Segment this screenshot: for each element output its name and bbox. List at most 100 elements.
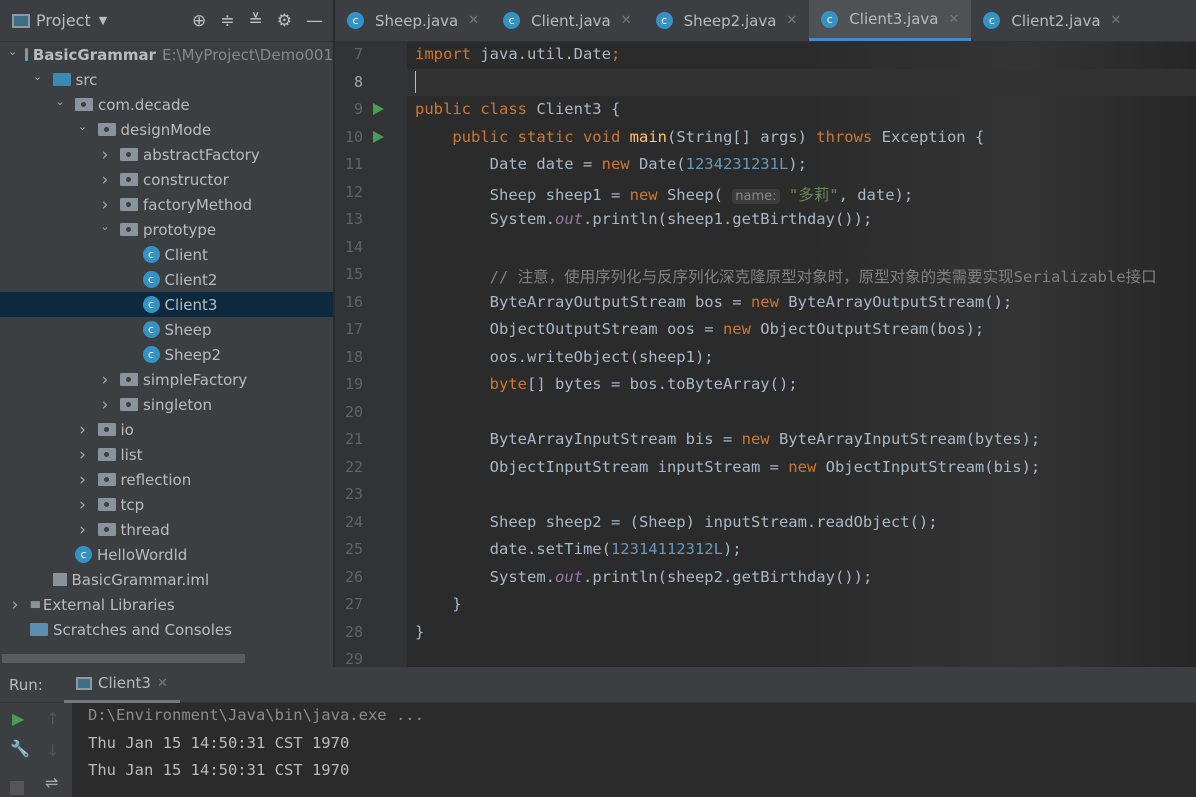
project-view-selector[interactable]: Project: [36, 11, 91, 30]
chevron-right-icon[interactable]: ›: [76, 520, 90, 540]
code-token: byte: [489, 375, 527, 393]
chevron-down-icon[interactable]: ⌄: [98, 220, 112, 233]
tree-item[interactable]: c Client3: [0, 292, 333, 317]
tree-item-label: singleton: [143, 395, 212, 414]
tab-client-java[interactable]: c Client.java ✕: [491, 0, 644, 41]
tree-item-label: Scratches and Consoles: [53, 620, 232, 639]
line-number: 19: [344, 375, 363, 393]
code-token: ByteArrayInputStream(bytes);: [769, 430, 1041, 448]
tree-item[interactable]: ⌄ src: [0, 67, 333, 92]
rerun-icon[interactable]: ▶: [12, 709, 24, 728]
code-token: }: [415, 622, 425, 641]
close-icon[interactable]: ✕: [1111, 13, 1122, 28]
tree-item[interactable]: ⌄ com.decade: [0, 92, 333, 117]
tree-item[interactable]: ⌄ prototype: [0, 217, 333, 242]
close-icon[interactable]: ✕: [786, 13, 797, 28]
tree-item[interactable]: › simpleFactory: [0, 367, 333, 392]
chevron-right-icon[interactable]: ›: [76, 445, 90, 465]
code-token: ;: [610, 45, 621, 63]
tab-client3-java[interactable]: c Client3.java ✕: [809, 0, 972, 41]
line-number: 8: [353, 72, 363, 91]
tree-item[interactable]: ⌄ BasicGrammar E:\MyProject\Demo001: [0, 42, 333, 67]
chevron-down-icon[interactable]: ⌄: [8, 45, 17, 58]
soft-wrap-icon[interactable]: ⇌: [45, 773, 58, 792]
tree-item[interactable]: › io: [0, 417, 333, 442]
run-gutter-icon[interactable]: [373, 130, 384, 143]
java-class-icon: c: [75, 546, 92, 563]
wrench-icon[interactable]: 🔧: [10, 739, 30, 758]
editor-tabs: c Sheep.java ✕ c Client.java ✕ c Sheep2.java ✕ c C…: [335, 0, 1196, 42]
tree-item[interactable]: › constructor: [0, 167, 333, 192]
close-icon[interactable]: ✕: [621, 13, 632, 28]
tree-item[interactable]: c Client2: [0, 267, 333, 292]
chevron-right-icon[interactable]: ›: [76, 420, 90, 440]
tab-client2-java[interactable]: c Client2.java ✕: [971, 0, 1133, 41]
locate-icon[interactable]: ⊕: [192, 11, 206, 31]
arrow-down-icon[interactable]: ↓: [46, 741, 59, 760]
chevron-right-icon[interactable]: ›: [98, 195, 112, 215]
chevron-right-icon[interactable]: ›: [8, 595, 22, 615]
java-class-icon: c: [821, 10, 839, 28]
close-icon[interactable]: ✕: [157, 676, 168, 691]
code-token: ByteArrayOutputStream bos =: [415, 292, 751, 311]
collapse-all-icon[interactable]: ≚: [249, 11, 263, 31]
tree-item[interactable]: › factoryMethod: [0, 192, 333, 217]
tree-item[interactable]: › abstractFactory: [0, 142, 333, 167]
tree-item[interactable]: BasicGrammar.iml: [0, 567, 333, 592]
run-tab-client3[interactable]: Client3 ✕: [64, 667, 180, 703]
package-icon: [120, 223, 138, 236]
chevron-down-icon[interactable]: ⌄: [31, 70, 45, 83]
tree-item[interactable]: c Client: [0, 242, 333, 267]
code-editor[interactable]: 7 import java.util.Date; 8 9 public class Cl…: [335, 42, 1196, 667]
gear-icon[interactable]: ⚙: [277, 11, 292, 31]
chevron-right-icon[interactable]: ›: [76, 495, 90, 515]
code-token: Date date =: [415, 155, 602, 173]
tree-item[interactable]: › thread: [0, 517, 333, 542]
close-icon[interactable]: ✕: [948, 12, 959, 27]
java-class-icon: c: [503, 12, 521, 29]
close-icon[interactable]: ✕: [468, 13, 479, 28]
hide-icon[interactable]: —: [306, 11, 323, 31]
chevron-right-icon[interactable]: ›: [98, 395, 112, 415]
tree-item-label: BasicGrammar.iml: [71, 570, 210, 589]
tab-sheep-java[interactable]: c Sheep.java ✕: [335, 0, 491, 41]
tree-item[interactable]: c HelloWordld: [0, 542, 333, 567]
chevron-down-icon[interactable]: ⌄: [76, 120, 90, 133]
run-gutter-icon[interactable]: [373, 103, 384, 115]
tree-item[interactable]: › ▮▮▮ External Libraries: [0, 592, 333, 617]
tree-item[interactable]: c Sheep: [0, 317, 333, 342]
tree-item[interactable]: c Sheep2: [0, 342, 333, 367]
tab-sheep2-java[interactable]: c Sheep2.java ✕: [644, 0, 810, 41]
chevron-down-icon[interactable]: ⌄: [53, 95, 67, 108]
tree-item-label: designMode: [120, 120, 212, 139]
tree-item[interactable]: › reflection: [0, 467, 333, 492]
tree-item[interactable]: › list: [0, 442, 333, 467]
code-line: }: [415, 595, 461, 613]
chevron-right-icon[interactable]: ›: [98, 145, 112, 165]
library-icon: ▮▮▮: [30, 599, 41, 610]
code-line: System.out.println(sheep2.getBirthday())…: [415, 568, 873, 586]
console-toolbar: ▶ 🔧 ↑ ↓ ⇌: [0, 703, 72, 797]
code-token: .println(sheep1.getBirthday());: [582, 210, 873, 228]
chevron-down-icon[interactable]: ▼: [99, 14, 107, 27]
tree-item[interactable]: ⌄ designMode: [0, 117, 333, 142]
tree-item-label: Sheep2: [164, 345, 222, 364]
tree-item[interactable]: Scratches and Consoles: [0, 617, 333, 642]
chevron-right-icon[interactable]: ›: [98, 170, 112, 190]
horizontal-scrollbar[interactable]: [2, 654, 245, 663]
tree-item[interactable]: › tcp: [0, 492, 333, 517]
chevron-right-icon[interactable]: ›: [98, 370, 112, 390]
run-console[interactable]: ▶ 🔧 ↑ ↓ ⇌ D:\Environment\Java\bin\java.e…: [0, 703, 1196, 797]
expand-all-icon[interactable]: ≑: [220, 11, 234, 31]
tree-item[interactable]: › singleton: [0, 392, 333, 417]
stop-icon[interactable]: [10, 781, 24, 795]
package-icon: [97, 523, 116, 536]
tree-item-label: External Libraries: [42, 595, 175, 614]
code-token: main: [629, 127, 667, 146]
tree-item-label: list: [120, 445, 143, 464]
tree-item-label: Client: [164, 245, 208, 264]
console-icon: [76, 676, 92, 690]
chevron-right-icon[interactable]: ›: [76, 470, 90, 490]
arrow-up-icon[interactable]: ↑: [46, 709, 59, 728]
